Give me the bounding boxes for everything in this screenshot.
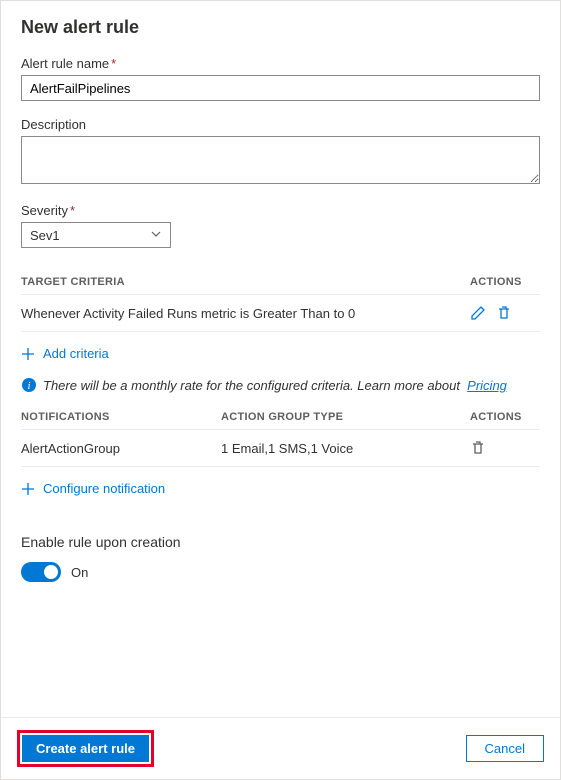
enable-rule-label: Enable rule upon creation <box>21 534 540 550</box>
target-actions-header: ACTIONS <box>470 276 540 288</box>
info-text: There will be a monthly rate for the con… <box>43 378 460 393</box>
notif-actions-header: ACTIONS <box>470 411 540 423</box>
notification-name: AlertActionGroup <box>21 441 221 456</box>
toggle-knob <box>44 565 58 579</box>
severity-label: Severity* <box>21 203 540 218</box>
chevron-down-icon <box>150 228 162 243</box>
target-criteria-header-row: TARGET CRITERIA ACTIONS <box>21 276 540 295</box>
cancel-button[interactable]: Cancel <box>466 735 544 762</box>
enable-rule-state: On <box>71 565 88 580</box>
plus-icon <box>21 347 35 361</box>
add-criteria-label: Add criteria <box>43 346 109 361</box>
configure-notification-label: Configure notification <box>43 481 165 496</box>
svg-text:i: i <box>27 380 30 392</box>
required-asterisk: * <box>111 56 116 71</box>
edit-icon[interactable] <box>470 305 486 321</box>
notifications-header: NOTIFICATIONS <box>21 411 221 423</box>
delete-icon[interactable] <box>470 440 486 456</box>
criteria-text: Whenever Activity Failed Runs metric is … <box>21 306 470 321</box>
info-note: i There will be a monthly rate for the c… <box>21 377 540 393</box>
enable-rule-section: Enable rule upon creation On <box>21 534 540 582</box>
required-asterisk: * <box>70 203 75 218</box>
severity-field: Severity* Sev1 <box>21 203 540 248</box>
severity-value: Sev1 <box>30 228 60 243</box>
delete-icon[interactable] <box>496 305 512 321</box>
alert-name-field: Alert rule name* <box>21 56 540 101</box>
description-label: Description <box>21 117 540 132</box>
target-criteria-header: TARGET CRITERIA <box>21 276 470 288</box>
criteria-row: Whenever Activity Failed Runs metric is … <box>21 295 540 332</box>
description-field: Description <box>21 117 540 187</box>
add-criteria-button[interactable]: Add criteria <box>21 332 109 375</box>
severity-select[interactable]: Sev1 <box>21 222 171 248</box>
create-button-highlight: Create alert rule <box>17 730 154 767</box>
alert-name-input[interactable] <box>21 75 540 101</box>
configure-notification-button[interactable]: Configure notification <box>21 467 165 510</box>
info-icon: i <box>21 377 37 393</box>
plus-icon <box>21 482 35 496</box>
notifications-header-row: NOTIFICATIONS ACTION GROUP TYPE ACTIONS <box>21 411 540 430</box>
pricing-link[interactable]: Pricing <box>467 378 507 393</box>
notification-type: 1 Email,1 SMS,1 Voice <box>221 441 470 456</box>
action-group-type-header: ACTION GROUP TYPE <box>221 411 470 423</box>
description-input[interactable] <box>21 136 540 184</box>
page-title: New alert rule <box>21 17 540 38</box>
footer: Create alert rule Cancel <box>1 717 560 779</box>
enable-rule-toggle[interactable] <box>21 562 61 582</box>
notification-row: AlertActionGroup 1 Email,1 SMS,1 Voice <box>21 430 540 467</box>
create-alert-rule-button[interactable]: Create alert rule <box>22 735 149 762</box>
alert-name-label: Alert rule name* <box>21 56 540 71</box>
